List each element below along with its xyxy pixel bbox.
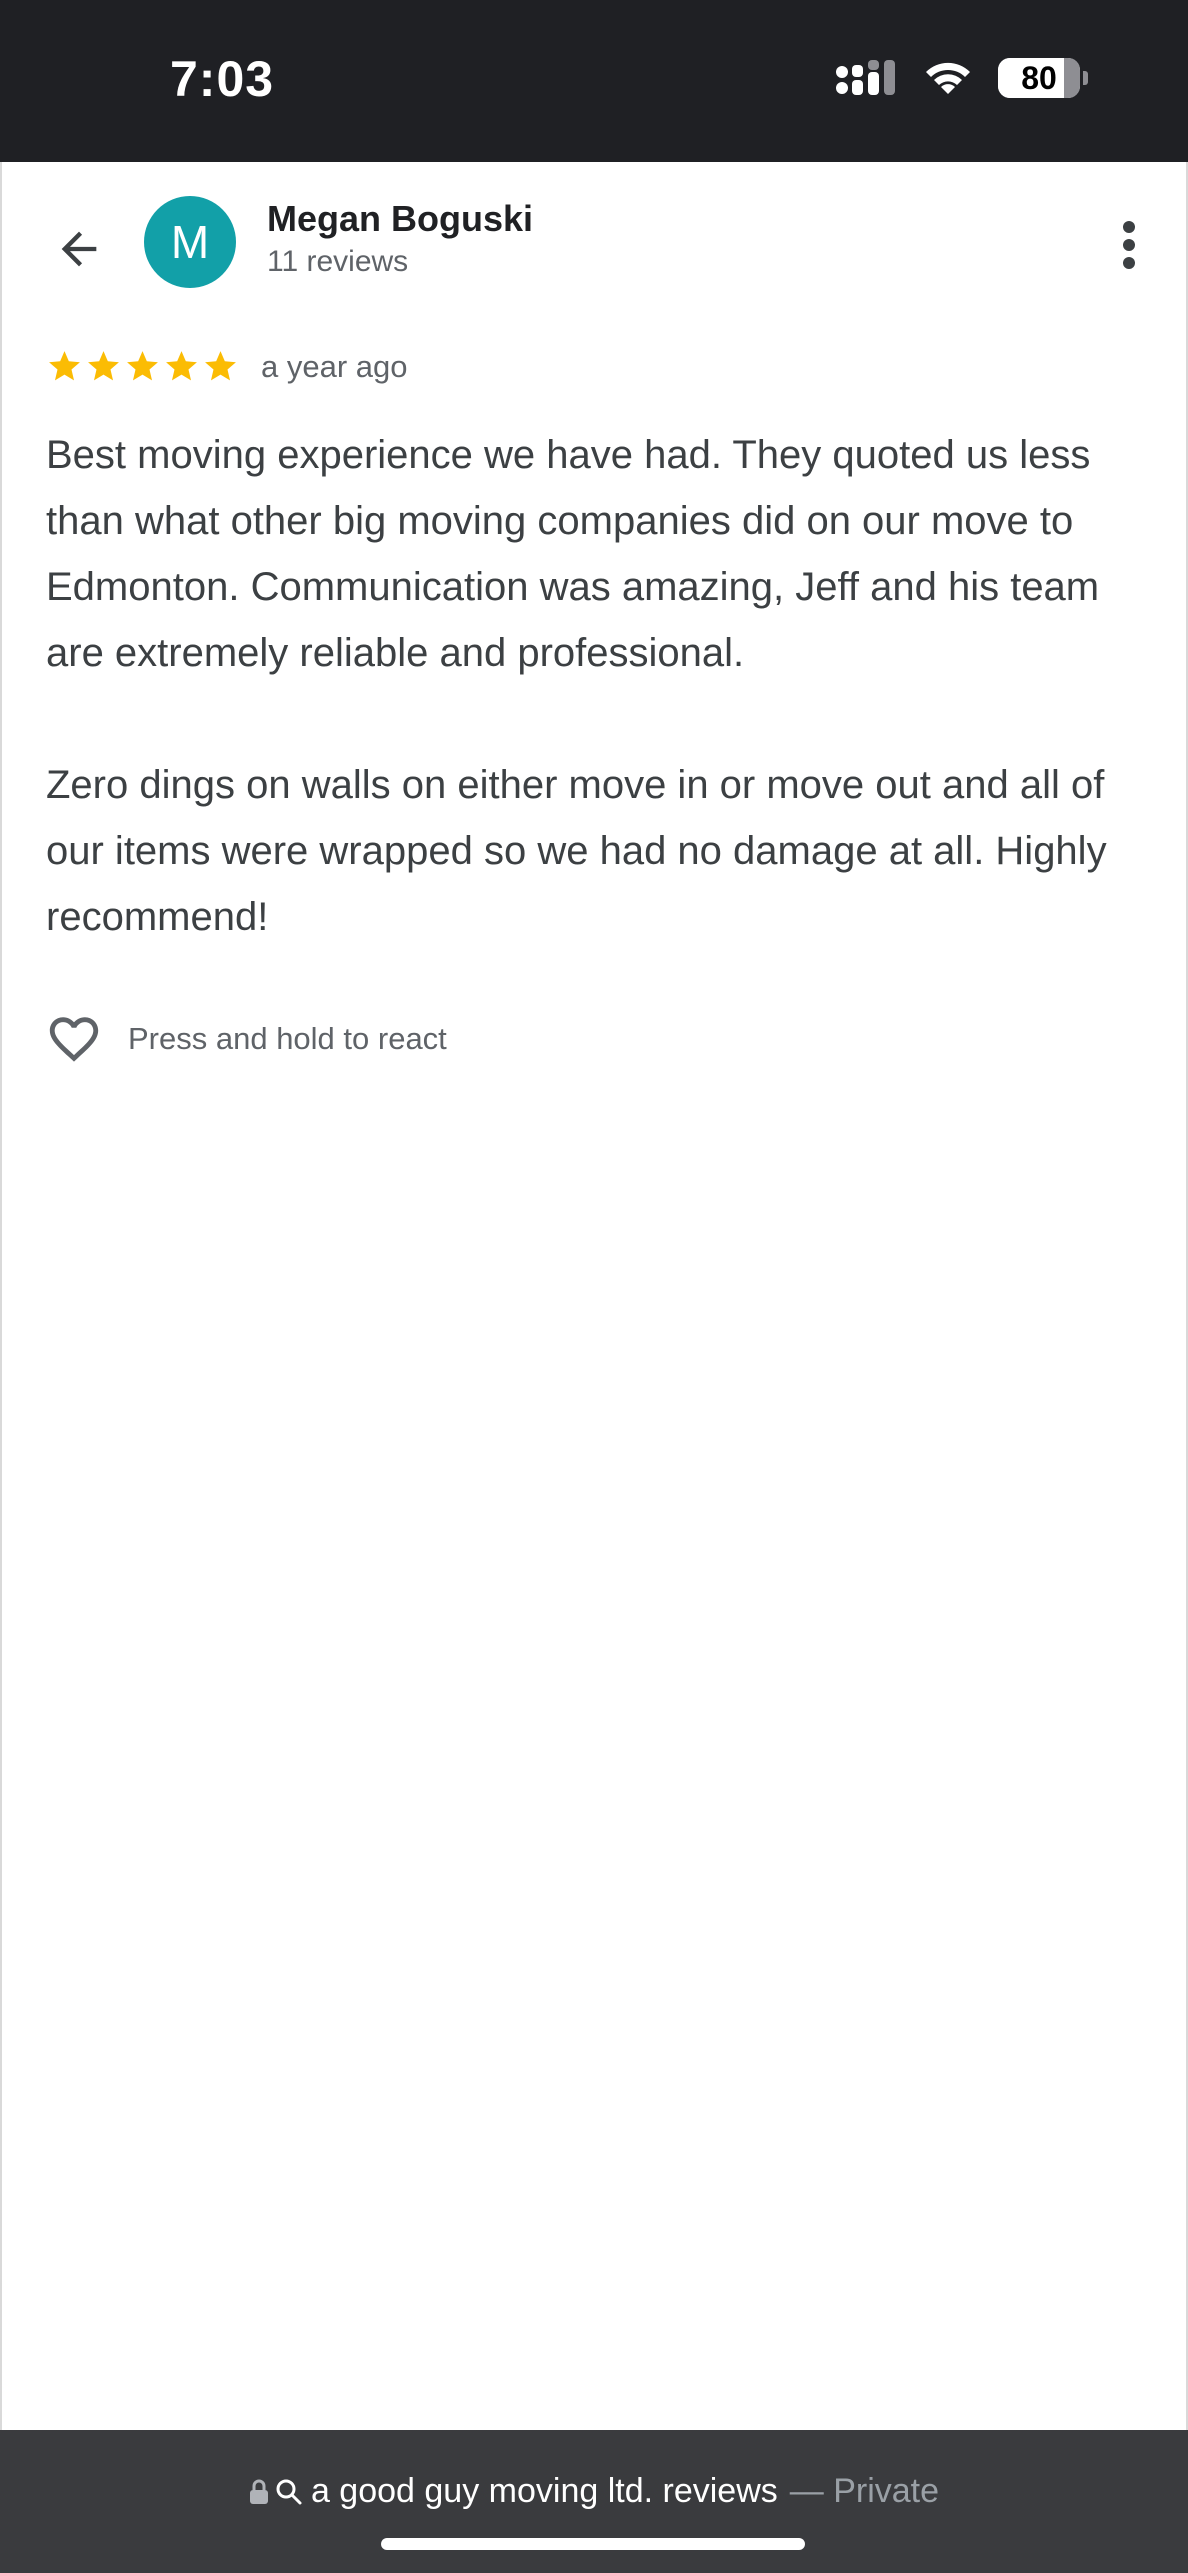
review-time: a year ago bbox=[261, 348, 408, 384]
status-icons: 80 bbox=[834, 58, 1088, 98]
reviewer-review-count: 11 reviews bbox=[267, 245, 409, 278]
battery-level: 80 bbox=[1021, 59, 1057, 96]
star-icon bbox=[88, 351, 119, 381]
star-icon bbox=[166, 351, 197, 381]
star-icon bbox=[205, 351, 236, 381]
avatar-initial: M bbox=[170, 216, 210, 268]
review-text: Best moving experience we have had. They… bbox=[46, 433, 1107, 939]
reviewer-name[interactable]: Megan Boguski bbox=[267, 198, 533, 240]
home-indicator[interactable] bbox=[381, 2538, 805, 2550]
back-button[interactable] bbox=[42, 212, 116, 286]
arrow-back-icon bbox=[61, 231, 97, 267]
address-field[interactable]: a good guy moving ltd. reviews — Private bbox=[0, 2472, 1188, 2511]
status-time: 7:03 bbox=[170, 51, 275, 107]
status-bar: 7:03 80 bbox=[0, 0, 1188, 162]
star-icon bbox=[127, 351, 158, 381]
star-rating bbox=[46, 348, 239, 385]
avatar[interactable]: M bbox=[144, 196, 236, 288]
heart-outline-icon bbox=[49, 1017, 99, 1062]
battery-icon: 80 bbox=[998, 58, 1088, 98]
cellular-signal-icon bbox=[836, 60, 895, 95]
react-button[interactable]: Press and hold to react bbox=[42, 1010, 447, 1068]
private-label: — Private bbox=[789, 2472, 940, 2510]
star-icon bbox=[49, 351, 80, 381]
react-label: Press and hold to react bbox=[128, 1021, 447, 1056]
more-vertical-icon bbox=[1123, 221, 1135, 269]
review-page: M Megan Boguski 11 reviews a year ago Be… bbox=[0, 162, 1188, 2432]
rating-row: a year ago bbox=[46, 348, 408, 385]
address-text: a good guy moving ltd. reviews bbox=[310, 2472, 778, 2510]
browser-address-bar[interactable]: a good guy moving ltd. reviews — Private bbox=[0, 2430, 1188, 2573]
search-icon bbox=[276, 2479, 302, 2504]
wifi-icon bbox=[926, 62, 970, 94]
lock-icon bbox=[249, 2479, 268, 2504]
more-options-button[interactable] bbox=[1094, 210, 1164, 280]
review-header: M Megan Boguski 11 reviews bbox=[2, 162, 1186, 322]
